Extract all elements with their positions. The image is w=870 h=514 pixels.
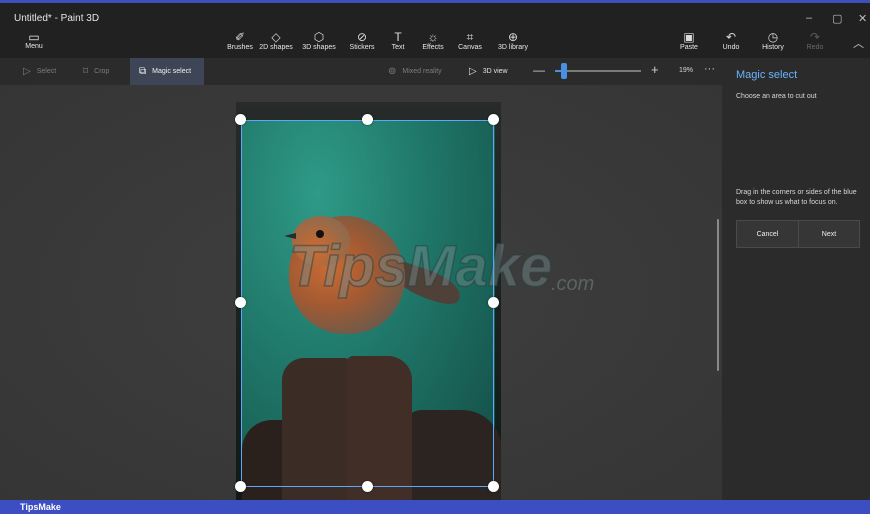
3d-view-label: 3D view xyxy=(482,68,508,75)
resize-handle-bottom-left[interactable] xyxy=(235,481,246,492)
collapse-toolbar-icon[interactable]: ︿ xyxy=(853,35,864,51)
tool-label: 3D shapes xyxy=(302,44,336,51)
magic-select-tool[interactable]: ⧉ Magic select xyxy=(130,58,205,85)
2d-shapes-icon: ◇ xyxy=(271,30,281,44)
menu-label: Menu xyxy=(25,43,43,50)
panel-subtitle: Choose an area to cut out xyxy=(736,93,817,100)
zoom-out-button[interactable]: — xyxy=(533,63,545,77)
resize-handle-top[interactable] xyxy=(362,114,373,125)
mixed-reality-label: Mixed reality xyxy=(402,68,442,75)
paste-button[interactable]: ▣ Paste xyxy=(668,30,710,56)
panel-help-text: Drag in the corners or sides of the blue… xyxy=(736,189,857,206)
redo-icon: ↷ xyxy=(809,30,821,44)
resize-handle-left[interactable] xyxy=(235,297,246,308)
effects-icon: ☼ xyxy=(427,30,439,44)
history-label: History xyxy=(762,44,784,51)
paste-label: Paste xyxy=(680,44,698,51)
folder-icon: ▭ xyxy=(28,30,40,44)
stickers-icon: ⊘ xyxy=(356,30,368,44)
window-title: Untitled* - Paint 3D xyxy=(14,13,100,24)
zoom-slider-thumb[interactable] xyxy=(560,63,567,79)
zoom-value: 19% xyxy=(679,67,694,74)
window-edge xyxy=(0,0,870,3)
zoom-in-button[interactable]: + xyxy=(651,62,659,77)
magic-select-panel: Magic select Choose an area to cut out D… xyxy=(722,58,870,500)
menu-button[interactable]: ▭ Menu xyxy=(20,31,48,50)
tool-label: 3D library xyxy=(498,44,528,51)
more-options-button[interactable]: ··· xyxy=(704,63,715,75)
tool-label: 2D shapes xyxy=(259,44,293,51)
tool-brushes[interactable]: ✐ Brushes xyxy=(224,30,256,56)
3d-view-button[interactable]: ▷ 3D view xyxy=(469,58,508,85)
minimize-button[interactable]: – xyxy=(806,12,812,24)
select-tool[interactable]: ▷ Select xyxy=(23,58,56,85)
history-icon: ◷ xyxy=(767,30,779,44)
cancel-button[interactable]: Cancel xyxy=(736,220,799,248)
text-icon: T xyxy=(394,30,402,44)
crop-label: Crop xyxy=(94,68,110,75)
footer-brand: TipsMake xyxy=(20,502,61,512)
main-toolbar: ✐ Brushes ◇ 2D shapes ⬡ 3D shapes ⊘ Stickers T Te… xyxy=(224,30,538,56)
footer-bar: TipsMake xyxy=(0,500,870,514)
title-bar: Untitled* - Paint 3D ▭ Menu ✐ Brushes ◇ 2D … xyxy=(0,0,870,58)
undo-label: Undo xyxy=(722,44,740,51)
mixed-reality-icon: ⊚ xyxy=(388,66,397,77)
resize-handle-bottom[interactable] xyxy=(362,481,373,492)
resize-handle-top-left[interactable] xyxy=(235,114,246,125)
redo-label: Redo xyxy=(806,44,824,51)
tool-text[interactable]: T Text xyxy=(382,30,414,56)
tool-stickers[interactable]: ⊘ Stickers xyxy=(342,30,382,56)
tool-label: Effects xyxy=(422,44,444,51)
crop-tool[interactable]: ⌑ Crop xyxy=(83,58,109,85)
undo-icon: ↶ xyxy=(725,30,737,44)
3d-view-icon: ▷ xyxy=(469,66,477,77)
resize-handle-top-right[interactable] xyxy=(488,114,499,125)
paste-icon: ▣ xyxy=(683,30,695,44)
next-button[interactable]: Next xyxy=(798,220,860,248)
redo-button[interactable]: ↷ Redo xyxy=(794,30,836,56)
canvas-scrollbar[interactable] xyxy=(717,219,719,371)
tool-label: Text xyxy=(391,44,405,51)
tool-label: Stickers xyxy=(349,44,375,51)
magic-select-icon: ⧉ xyxy=(139,66,147,77)
select-label: Select xyxy=(36,68,57,75)
panel-title: Magic select xyxy=(736,69,798,81)
tool-label: Canvas xyxy=(458,44,482,51)
resize-handle-bottom-right[interactable] xyxy=(488,481,499,492)
tool-label: Brushes xyxy=(227,44,253,51)
zoom-slider-track[interactable] xyxy=(555,70,641,72)
tool-2d-shapes[interactable]: ◇ 2D shapes xyxy=(256,30,296,56)
brush-icon: ✐ xyxy=(234,30,246,44)
crop-icon: ⌑ xyxy=(83,66,89,77)
tool-canvas[interactable]: ⌗ Canvas xyxy=(452,30,488,56)
mixed-reality-button[interactable]: ⊚ Mixed reality xyxy=(388,58,442,85)
magic-select-label: Magic select xyxy=(152,68,192,75)
canvas-icon: ⌗ xyxy=(466,30,474,44)
selection-box[interactable] xyxy=(241,120,494,487)
tool-3d-shapes[interactable]: ⬡ 3D shapes xyxy=(296,30,342,56)
resize-handle-right[interactable] xyxy=(488,297,499,308)
3d-library-icon: ⊕ xyxy=(507,30,519,44)
history-button[interactable]: ◷ History xyxy=(752,30,794,56)
select-arrow-icon: ▷ xyxy=(23,66,31,77)
undo-button[interactable]: ↶ Undo xyxy=(710,30,752,56)
maximize-button[interactable]: ▢ xyxy=(832,12,842,25)
tool-effects[interactable]: ☼ Effects xyxy=(414,30,452,56)
3d-shapes-icon: ⬡ xyxy=(313,30,325,44)
action-toolbar: ▣ Paste ↶ Undo ◷ History ↷ Redo xyxy=(668,30,836,56)
close-button[interactable]: ✕ xyxy=(858,12,867,25)
tool-3d-library[interactable]: ⊕ 3D library xyxy=(488,30,538,56)
